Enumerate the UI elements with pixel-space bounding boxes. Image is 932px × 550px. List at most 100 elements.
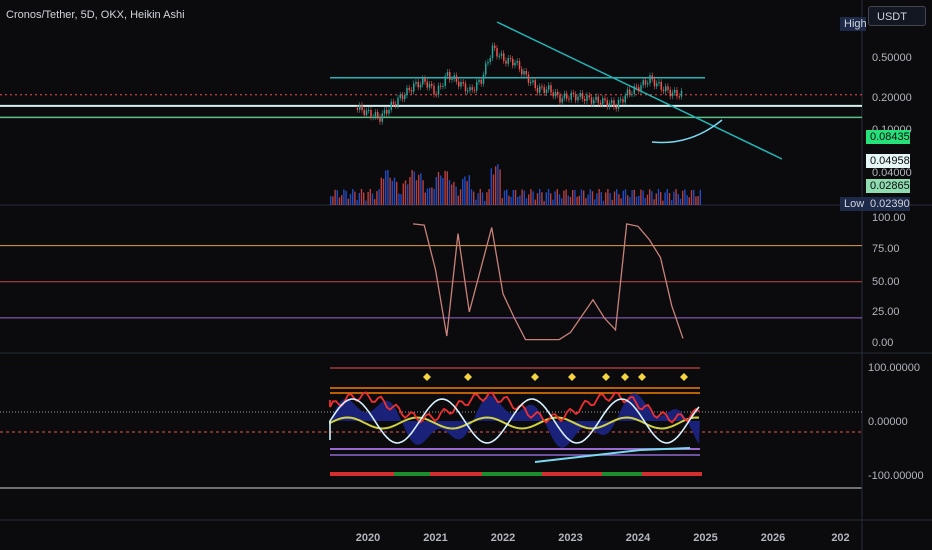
candle: [356, 107, 359, 110]
volume-bar: [444, 170, 446, 205]
volume-bar: [503, 190, 506, 205]
support1-label: 0.04958: [866, 154, 910, 168]
volume-bar: [534, 199, 536, 205]
candle: [455, 75, 458, 82]
candle: [491, 45, 494, 59]
volume-bar: [442, 178, 444, 205]
candle: [426, 81, 428, 88]
strip-block: [582, 472, 586, 476]
volume-bar: [517, 196, 519, 205]
strip-block: [670, 472, 674, 476]
volume-bar: [396, 181, 398, 205]
candle: [606, 100, 608, 107]
candle: [374, 112, 377, 117]
strip-block: [398, 472, 402, 476]
candle: [390, 101, 392, 110]
volume-bar: [561, 198, 563, 205]
volume-bar: [693, 189, 695, 205]
volume-bar: [666, 189, 668, 205]
low-label: Low: [840, 197, 866, 211]
volume-bar: [499, 169, 501, 205]
volume-bar: [435, 176, 437, 205]
volume-bar: [382, 178, 385, 205]
strip-block: [618, 472, 622, 476]
candle: [647, 83, 649, 85]
volume-bar: [437, 172, 440, 205]
candle: [397, 97, 399, 106]
strip-block: [526, 472, 530, 476]
volume-bar: [462, 178, 464, 205]
candle: [440, 85, 442, 87]
volume-bar: [468, 175, 470, 205]
volume-bar: [424, 192, 426, 205]
candle: [575, 94, 577, 101]
candle: [377, 112, 379, 117]
candle: [577, 96, 579, 101]
candle: [651, 75, 653, 80]
strip-block: [486, 472, 490, 476]
price-tick-label: 0.50000: [872, 52, 912, 64]
volume-bar: [473, 191, 475, 205]
signal-diamond: [621, 373, 629, 381]
candle: [539, 86, 541, 93]
volume-bar: [393, 177, 396, 205]
volume-bar: [686, 195, 688, 205]
strip-block: [658, 472, 662, 476]
candle: [595, 96, 597, 101]
strip-block: [354, 472, 358, 476]
candle: [527, 74, 530, 83]
time-tick-label: 2026: [761, 532, 785, 544]
strip-block: [558, 472, 562, 476]
candle: [604, 98, 606, 101]
volume-bar: [651, 191, 653, 205]
volume-bar: [481, 192, 484, 205]
volume-bar: [332, 196, 334, 205]
signal-diamond: [423, 373, 431, 381]
volume-bar: [409, 177, 411, 205]
momentum-tick-label: 100.00000: [868, 362, 920, 374]
candle: [386, 109, 388, 114]
strip-block: [622, 472, 626, 476]
volume-bar: [433, 188, 435, 205]
strip-block: [546, 472, 550, 476]
strip-block: [454, 472, 458, 476]
oscillator-tick-label: 50.00: [872, 276, 900, 288]
volume-bar: [653, 199, 655, 205]
candle: [496, 48, 498, 57]
candle: [631, 93, 633, 95]
volume-bar: [572, 190, 574, 205]
volume-bar: [389, 177, 391, 205]
strip-block: [654, 472, 658, 476]
volume-bar: [627, 195, 629, 205]
volume-bar: [514, 189, 517, 205]
signal-diamond: [464, 373, 472, 381]
candle: [410, 90, 413, 92]
candle: [568, 98, 570, 100]
signal-diamond: [568, 373, 576, 381]
volume-bar: [695, 196, 697, 205]
oscillator-tick-label: 75.00: [872, 243, 900, 255]
volume-bar: [378, 189, 380, 205]
volume-bar: [657, 189, 660, 205]
candle: [622, 99, 624, 103]
candle: [660, 81, 662, 90]
time-tick-label: 2022: [491, 532, 515, 544]
volume-bar: [550, 193, 552, 205]
candle: [597, 96, 599, 103]
time-tick-label: 2021: [423, 532, 447, 544]
chart-canvas[interactable]: 0.500000.200000.100000.04000100.0075.005…: [0, 0, 932, 550]
candle: [485, 63, 487, 75]
volume-bar: [536, 193, 539, 205]
currency-button[interactable]: USDT: [868, 6, 926, 26]
volume-bar: [631, 190, 633, 205]
volume-bar: [613, 191, 616, 205]
candle: [401, 94, 404, 100]
strip-block: [554, 472, 558, 476]
volume-bar: [622, 190, 624, 205]
volume-bar: [673, 191, 675, 205]
strip-block: [370, 472, 374, 476]
volume-bar: [642, 190, 644, 205]
candles: [356, 42, 683, 125]
candle: [516, 61, 518, 63]
volume-bar: [486, 192, 488, 205]
